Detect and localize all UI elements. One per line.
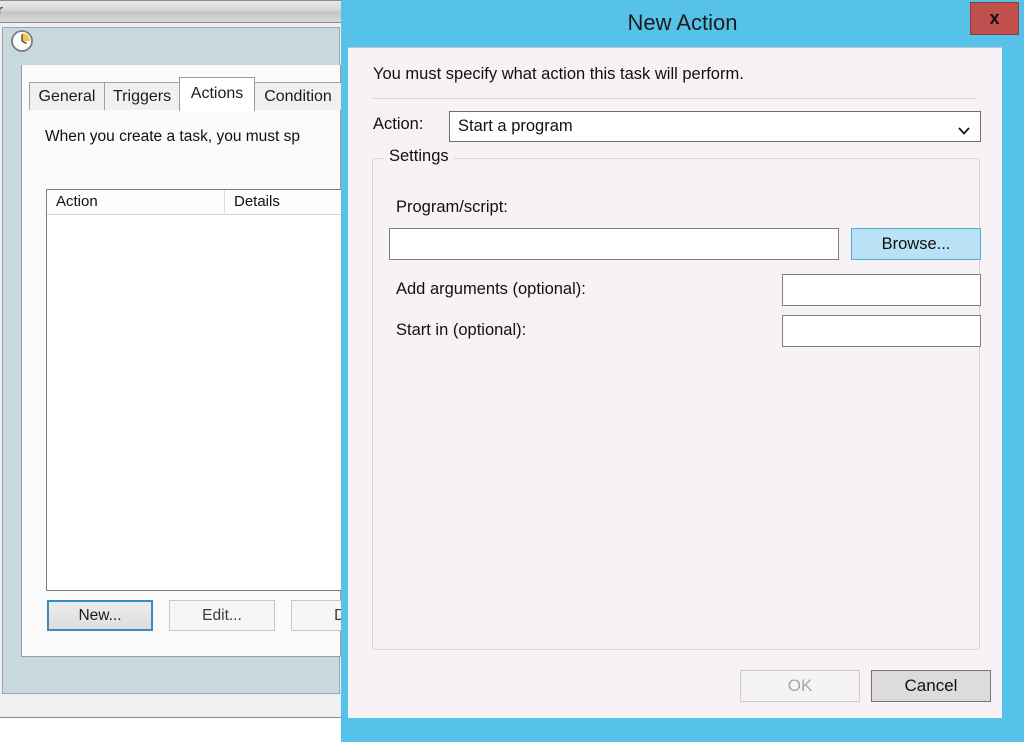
task-scheduler-window: eduler General Triggers Actions Conditio… <box>0 0 346 718</box>
close-icon[interactable]: x <box>970 2 1019 35</box>
task-scheduler-title: eduler <box>0 2 3 19</box>
screen: eduler General Triggers Actions Conditio… <box>0 0 1024 742</box>
tab-conditions[interactable]: Condition <box>254 82 342 110</box>
settings-group-title: Settings <box>384 147 454 166</box>
task-scheduler-titlebar[interactable]: eduler <box>0 1 345 23</box>
browse-button[interactable]: Browse... <box>851 228 981 260</box>
edit-action-button[interactable]: Edit... <box>169 600 275 631</box>
program-script-input[interactable] <box>389 228 839 260</box>
ok-button[interactable]: OK <box>740 670 860 702</box>
tabstrip: General Triggers Actions Condition <box>23 77 341 110</box>
dialog-instruction: You must specify what action this task w… <box>373 65 744 84</box>
new-action-button[interactable]: New... <box>47 600 153 631</box>
dialog-titlebar[interactable]: New Action x <box>341 0 1024 47</box>
dialog-title: New Action <box>341 0 1024 47</box>
column-header-details[interactable]: Details <box>225 190 346 214</box>
listview-header: Action Details <box>47 190 345 215</box>
program-script-label: Program/script: <box>396 198 508 217</box>
actions-description: When you create a task, you must sp <box>45 128 300 146</box>
dialog-body: You must specify what action this task w… <box>348 47 1002 718</box>
start-in-input[interactable] <box>782 315 981 347</box>
chevron-down-icon <box>958 122 970 130</box>
clock-icon <box>9 28 35 54</box>
add-arguments-label: Add arguments (optional): <box>396 280 586 299</box>
add-arguments-input[interactable] <box>782 274 981 306</box>
column-header-action[interactable]: Action <box>47 190 225 214</box>
action-label: Action: <box>373 115 423 134</box>
dialog-divider <box>373 98 977 99</box>
action-select-value: Start a program <box>458 112 573 141</box>
action-select[interactable]: Start a program <box>449 111 981 142</box>
tab-general[interactable]: General <box>29 82 105 110</box>
tab-triggers[interactable]: Triggers <box>104 82 180 110</box>
start-in-label: Start in (optional): <box>396 321 526 340</box>
cancel-button[interactable]: Cancel <box>871 670 991 702</box>
new-action-dialog: New Action x You must specify what actio… <box>341 0 1024 742</box>
tab-actions[interactable]: Actions <box>179 77 255 111</box>
actions-listview[interactable]: Action Details <box>46 189 346 591</box>
